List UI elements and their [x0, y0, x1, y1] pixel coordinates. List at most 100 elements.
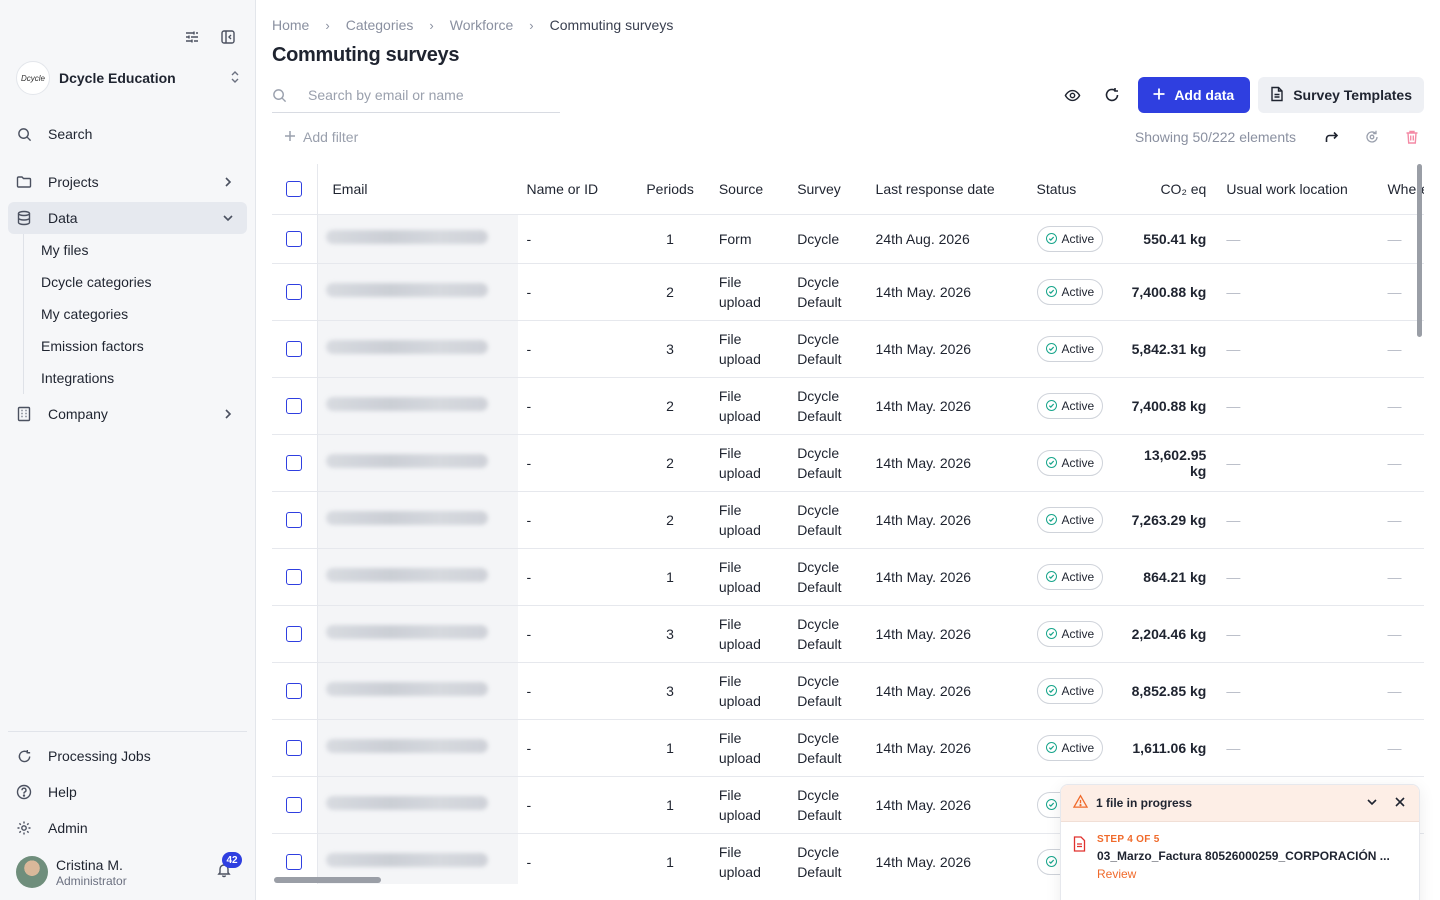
column-header-email[interactable]: Email: [317, 164, 518, 215]
eye-icon[interactable]: [1058, 81, 1086, 109]
last-response-cell: 14th May. 2026: [867, 719, 1031, 777]
table-row[interactable]: -1 File upload Dcycle Default 14th May. 202…: [272, 548, 1424, 606]
trash-icon[interactable]: [1400, 125, 1424, 149]
breadcrumb-workforce[interactable]: Workforce: [450, 17, 514, 33]
collapse-sidebar-icon[interactable]: [217, 26, 239, 48]
user-profile[interactable]: Cristina M. Administrator 42: [16, 852, 242, 890]
toast-filename: 03_Marzo_Factura 80526000259_CORPORACIÓN…: [1097, 849, 1390, 863]
email-cell: [317, 263, 518, 321]
breadcrumb-categories[interactable]: Categories: [346, 17, 414, 33]
org-switcher[interactable]: Dcycle Dcycle Education: [16, 60, 242, 96]
table-row[interactable]: -2 File upload Dcycle Default 14th May. 202…: [272, 491, 1424, 549]
last-response-cell: 14th May. 2026: [867, 491, 1031, 549]
row-checkbox[interactable]: [286, 740, 302, 757]
table-row[interactable]: -3 File upload Dcycle Default 14th May. 202…: [272, 605, 1424, 663]
work-location-cell: —: [1212, 434, 1378, 492]
database-icon: [16, 210, 32, 226]
column-header-status[interactable]: Status: [1030, 164, 1117, 215]
table-row[interactable]: -3 File upload Dcycle Default 14th May. 202…: [272, 662, 1424, 720]
add-filter-button[interactable]: Add filter: [284, 129, 358, 145]
work-location-cell: —: [1212, 548, 1378, 606]
row-checkbox[interactable]: [286, 284, 302, 301]
search-input[interactable]: [308, 87, 548, 103]
column-header-survey[interactable]: Survey: [789, 164, 868, 215]
survey-templates-button[interactable]: Survey Templates: [1258, 77, 1424, 113]
check-circle-icon: [1045, 571, 1057, 582]
sidebar-item-company[interactable]: Company: [8, 398, 247, 430]
close-icon[interactable]: [1393, 795, 1407, 812]
column-header-source[interactable]: Source: [710, 164, 790, 215]
row-select-cell: [272, 320, 318, 378]
row-checkbox[interactable]: [286, 455, 302, 472]
sidebar-item-processing-jobs[interactable]: Processing Jobs: [8, 740, 247, 772]
table-row[interactable]: -1 File upload Dcycle Default 14th May. 202…: [272, 719, 1424, 777]
horizontal-scrollbar[interactable]: [274, 877, 381, 883]
subnav-item-my-files[interactable]: My files: [24, 234, 223, 266]
survey-cell: Dcycle Default: [789, 719, 868, 777]
pdf-file-icon: [1073, 836, 1086, 855]
subnav-item-dcycle-categories[interactable]: Dcycle categories: [24, 266, 223, 298]
row-checkbox[interactable]: [286, 854, 302, 871]
row-checkbox[interactable]: [286, 341, 302, 358]
row-checkbox[interactable]: [286, 626, 302, 643]
check-circle-icon: [1045, 514, 1057, 525]
share-arrow-icon[interactable]: [1320, 125, 1344, 149]
row-checkbox[interactable]: [286, 683, 302, 700]
row-checkbox[interactable]: [286, 512, 302, 529]
row-select-cell: [272, 377, 318, 435]
source-cell: File upload: [710, 605, 790, 663]
subnav-item-my-categories[interactable]: My categories: [24, 298, 223, 330]
sidebar-item-admin[interactable]: Admin: [8, 812, 247, 844]
work-location-cell: —: [1212, 662, 1378, 720]
chevron-right-icon: [221, 175, 235, 189]
table-row[interactable]: -2 File upload Dcycle Default 14th May. 202…: [272, 263, 1424, 321]
periods-cell: 1: [629, 719, 711, 777]
status-cell: Active: [1030, 491, 1117, 549]
table-row[interactable]: -3 File upload Dcycle Default 14th May. 202…: [272, 320, 1424, 378]
column-header-name[interactable]: Name or ID: [517, 164, 630, 215]
document-icon: [1270, 86, 1284, 105]
column-header-location[interactable]: Usual work location: [1212, 164, 1378, 215]
sidebar-item-search[interactable]: Search: [8, 118, 247, 150]
sidebar-item-projects[interactable]: Projects: [8, 166, 247, 198]
row-checkbox[interactable]: [286, 231, 302, 248]
search-icon: [16, 126, 32, 142]
vertical-scrollbar[interactable]: [1417, 164, 1422, 337]
email-cell: [317, 377, 518, 435]
status-badge: Active: [1036, 734, 1104, 761]
review-link[interactable]: Review: [1097, 867, 1407, 881]
add-data-button[interactable]: Add data: [1138, 77, 1251, 113]
column-header-last-response[interactable]: Last response date: [867, 164, 1031, 215]
status-label: Active: [1061, 284, 1095, 299]
select-all-checkbox[interactable]: [286, 181, 302, 198]
sidebar-item-help[interactable]: Help: [8, 776, 247, 808]
column-header-co2[interactable]: CO₂ eq: [1116, 164, 1213, 215]
chevron-down-icon[interactable]: [1365, 795, 1379, 812]
subnav-item-emission-factors[interactable]: Emission factors: [24, 330, 223, 362]
status-badge: Active: [1036, 449, 1104, 476]
co2-cell: 5,842.31 kg: [1116, 320, 1213, 378]
name-cell: -: [517, 491, 630, 549]
source-cell: File upload: [710, 263, 790, 321]
recalculate-icon[interactable]: [1360, 125, 1384, 149]
table-row[interactable]: -2 File upload Dcycle Default 14th May. 202…: [272, 434, 1424, 492]
table-row[interactable]: -1 Form Dcycle 24th Aug. 2026 Active 550.41 k…: [272, 214, 1424, 264]
column-header-periods[interactable]: Periods: [629, 164, 711, 215]
refresh-icon[interactable]: [1098, 81, 1126, 109]
row-select-cell: [272, 662, 318, 720]
table-row[interactable]: -2 File upload Dcycle Default 14th May. 202…: [272, 377, 1424, 435]
blurred-email: [326, 853, 489, 867]
breadcrumb-home[interactable]: Home: [272, 17, 309, 33]
row-checkbox[interactable]: [286, 797, 302, 814]
row-select-cell: [272, 776, 318, 834]
row-checkbox[interactable]: [286, 398, 302, 415]
sidebar-item-data[interactable]: Data: [8, 202, 247, 234]
sliders-icon[interactable]: [181, 26, 203, 48]
periods-cell: 2: [629, 263, 711, 321]
row-checkbox[interactable]: [286, 569, 302, 586]
blurred-email: [326, 397, 489, 411]
status-cell: Active: [1030, 662, 1117, 720]
source-cell: File upload: [710, 662, 790, 720]
subnav-item-integrations[interactable]: Integrations: [24, 362, 223, 394]
row-select-cell: [272, 263, 318, 321]
